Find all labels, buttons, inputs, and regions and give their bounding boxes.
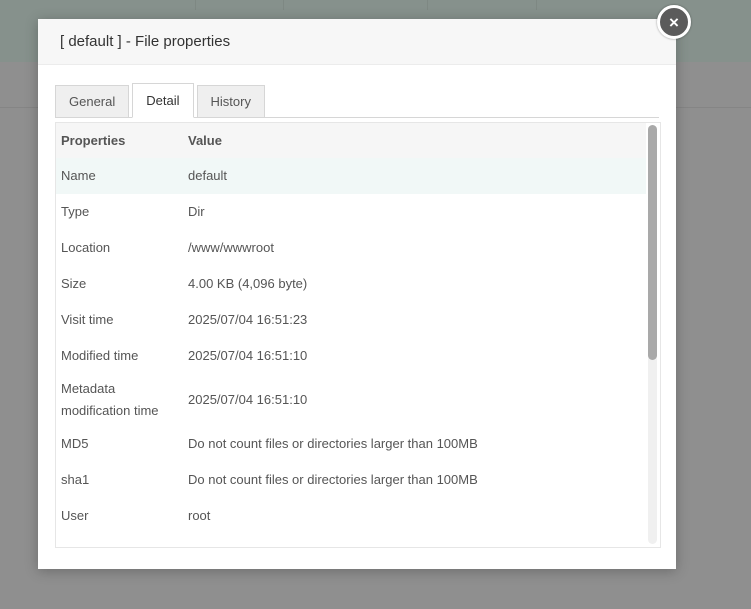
table-row: Visit time 2025/07/04 16:51:23 — [56, 302, 646, 338]
dialog-header: [ default ] - File properties — [38, 19, 676, 65]
vertical-scrollbar[interactable] — [648, 125, 657, 544]
scrollbar-thumb[interactable] — [648, 125, 657, 360]
property-value: default — [183, 158, 646, 194]
property-name: Modified time — [61, 348, 139, 363]
table-row: sha1 Do not count files or directories l… — [56, 462, 646, 498]
property-name: Size — [61, 276, 87, 291]
column-header-value: Value — [183, 123, 646, 158]
table-row: Location /www/wwwroot — [56, 230, 646, 266]
table-row: MD5 Do not count files or directories la… — [56, 426, 646, 462]
property-name: MD5 — [61, 436, 89, 451]
tab-history[interactable]: History — [196, 85, 265, 117]
property-value: 2025/07/04 16:51:10 — [188, 392, 308, 407]
property-value: Dir — [188, 204, 205, 219]
table-row: Type Dir — [56, 194, 646, 230]
property-value: Do not count files or directories larger… — [188, 472, 478, 487]
tab-bar: General Detail History — [55, 82, 659, 118]
column-header-properties: Properties — [56, 123, 183, 158]
property-name: sha1 — [61, 472, 90, 487]
background-column-divider — [195, 0, 196, 10]
properties-table-container: Properties Value Name default Type Dir L… — [55, 122, 661, 548]
background-column-divider — [536, 0, 537, 10]
close-icon: × — [669, 12, 679, 32]
property-value: 2025/07/04 16:51:10 — [188, 348, 308, 363]
property-name: Metadata modification time — [61, 381, 159, 418]
properties-table: Properties Value Name default Type Dir L… — [56, 123, 646, 534]
property-name: Visit time — [61, 312, 114, 327]
table-row: Size 4.00 KB (4,096 byte) — [56, 266, 646, 302]
table-row: Modified time 2025/07/04 16:51:10 — [56, 338, 646, 374]
file-properties-dialog: [ default ] - File properties General De… — [38, 19, 676, 569]
table-row: User root — [56, 498, 646, 534]
close-button[interactable]: × — [657, 5, 691, 39]
table-header-row: Properties Value — [56, 123, 646, 158]
property-name: Location — [61, 240, 111, 255]
property-value: Do not count files or directories larger… — [188, 436, 478, 451]
property-value: root — [188, 508, 211, 523]
property-value: 2025/07/04 16:51:23 — [188, 312, 308, 327]
background-column-divider — [283, 0, 284, 10]
dialog-title: [ default ] - File properties — [60, 33, 231, 50]
tab-general[interactable]: General — [55, 85, 130, 117]
background-column-divider — [427, 0, 428, 10]
property-value: 4.00 KB (4,096 byte) — [188, 276, 308, 291]
table-row: Metadata modification time 2025/07/04 16… — [56, 374, 646, 426]
tab-detail[interactable]: Detail — [132, 83, 194, 118]
property-name: User — [61, 508, 89, 523]
property-value: /www/wwwroot — [188, 240, 274, 255]
property-name: Type — [61, 204, 90, 219]
property-name: Name — [56, 158, 183, 194]
table-row: Name default — [56, 158, 646, 194]
